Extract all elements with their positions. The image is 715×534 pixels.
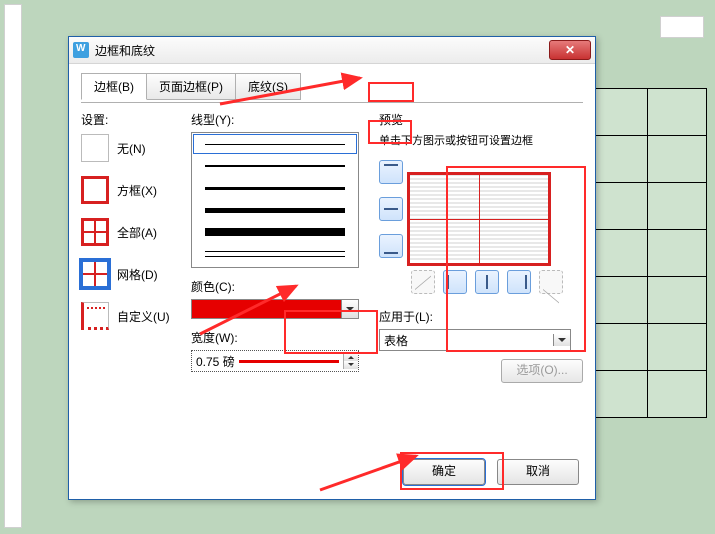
width-value: 0.75 磅 <box>196 353 235 370</box>
setting-grid-label: 网格(D) <box>117 266 158 283</box>
line-style-option[interactable] <box>192 155 358 177</box>
line-style-list[interactable] <box>191 132 359 268</box>
setting-none[interactable]: 无(N) <box>81 134 191 162</box>
background-widget <box>660 16 704 38</box>
dialog-title: 边框和底纹 <box>95 42 549 59</box>
dropdown-arrow-icon[interactable] <box>341 300 358 318</box>
cancel-button[interactable]: 取消 <box>497 459 579 485</box>
line-style-option[interactable] <box>192 133 358 155</box>
close-button[interactable]: ✕ <box>549 40 591 60</box>
titlebar[interactable]: 边框和底纹 ✕ <box>69 37 595 64</box>
line-style-option[interactable] <box>192 221 358 243</box>
edge-left-button[interactable] <box>443 270 467 294</box>
setting-box[interactable]: 方框(X) <box>81 176 191 204</box>
tab-page-border[interactable]: 页面边框(P) <box>146 73 236 100</box>
width-preview-line <box>239 360 339 363</box>
setting-grid[interactable]: 网格(D) <box>81 260 191 288</box>
preview-diagram[interactable] <box>409 174 549 264</box>
edge-vmiddle-button[interactable] <box>475 270 499 294</box>
app-icon <box>73 42 89 58</box>
setting-custom-icon <box>81 302 109 330</box>
options-button: 选项(O)... <box>501 359 583 383</box>
width-spinner[interactable]: 0.75 磅 <box>191 350 359 372</box>
edge-top-button[interactable] <box>379 160 403 184</box>
edge-bottom-button[interactable] <box>379 234 403 258</box>
tab-border[interactable]: 边框(B) <box>81 73 147 100</box>
setting-none-icon <box>81 134 109 162</box>
color-picker[interactable] <box>191 299 359 319</box>
setting-box-icon <box>81 176 109 204</box>
preview-label: 预览 <box>379 111 583 128</box>
setting-all-label: 全部(A) <box>117 224 157 241</box>
tab-shading[interactable]: 底纹(S) <box>235 73 301 100</box>
edge-diag1-button[interactable] <box>411 270 435 294</box>
setting-custom-label: 自定义(U) <box>117 308 170 325</box>
line-style-option[interactable] <box>192 199 358 221</box>
spin-up-icon[interactable] <box>344 353 358 361</box>
apply-to-select[interactable]: 表格 <box>379 329 571 351</box>
background-gutter <box>4 4 22 528</box>
setting-box-label: 方框(X) <box>117 182 157 199</box>
borders-shading-dialog: 边框和底纹 ✕ 边框(B) 页面边框(P) 底纹(S) 设置: 无(N) 方框(… <box>68 36 596 500</box>
setting-grid-icon <box>81 260 109 288</box>
line-style-label: 线型(Y): <box>191 111 371 128</box>
edge-diag2-button[interactable] <box>539 270 563 294</box>
setting-custom[interactable]: 自定义(U) <box>81 302 191 330</box>
color-label: 颜色(C): <box>191 278 371 295</box>
preview-hint: 单击下方图示或按钮可设置边框 <box>379 132 583 148</box>
dropdown-arrow-icon[interactable] <box>553 334 570 346</box>
spin-down-icon[interactable] <box>344 361 358 369</box>
tab-strip: 边框(B) 页面边框(P) 底纹(S) <box>81 72 583 99</box>
edge-hmiddle-button[interactable] <box>379 197 403 221</box>
setting-all[interactable]: 全部(A) <box>81 218 191 246</box>
width-label: 宽度(W): <box>191 329 371 346</box>
background-table <box>587 88 707 418</box>
apply-to-value: 表格 <box>380 332 553 349</box>
settings-label: 设置: <box>81 111 191 128</box>
apply-to-label: 应用于(L): <box>379 308 583 325</box>
setting-all-icon <box>81 218 109 246</box>
ok-button[interactable]: 确定 <box>403 459 485 485</box>
line-style-option[interactable] <box>192 243 358 265</box>
edge-right-button[interactable] <box>507 270 531 294</box>
color-swatch <box>192 300 341 318</box>
line-style-option[interactable] <box>192 177 358 199</box>
setting-none-label: 无(N) <box>117 140 146 157</box>
